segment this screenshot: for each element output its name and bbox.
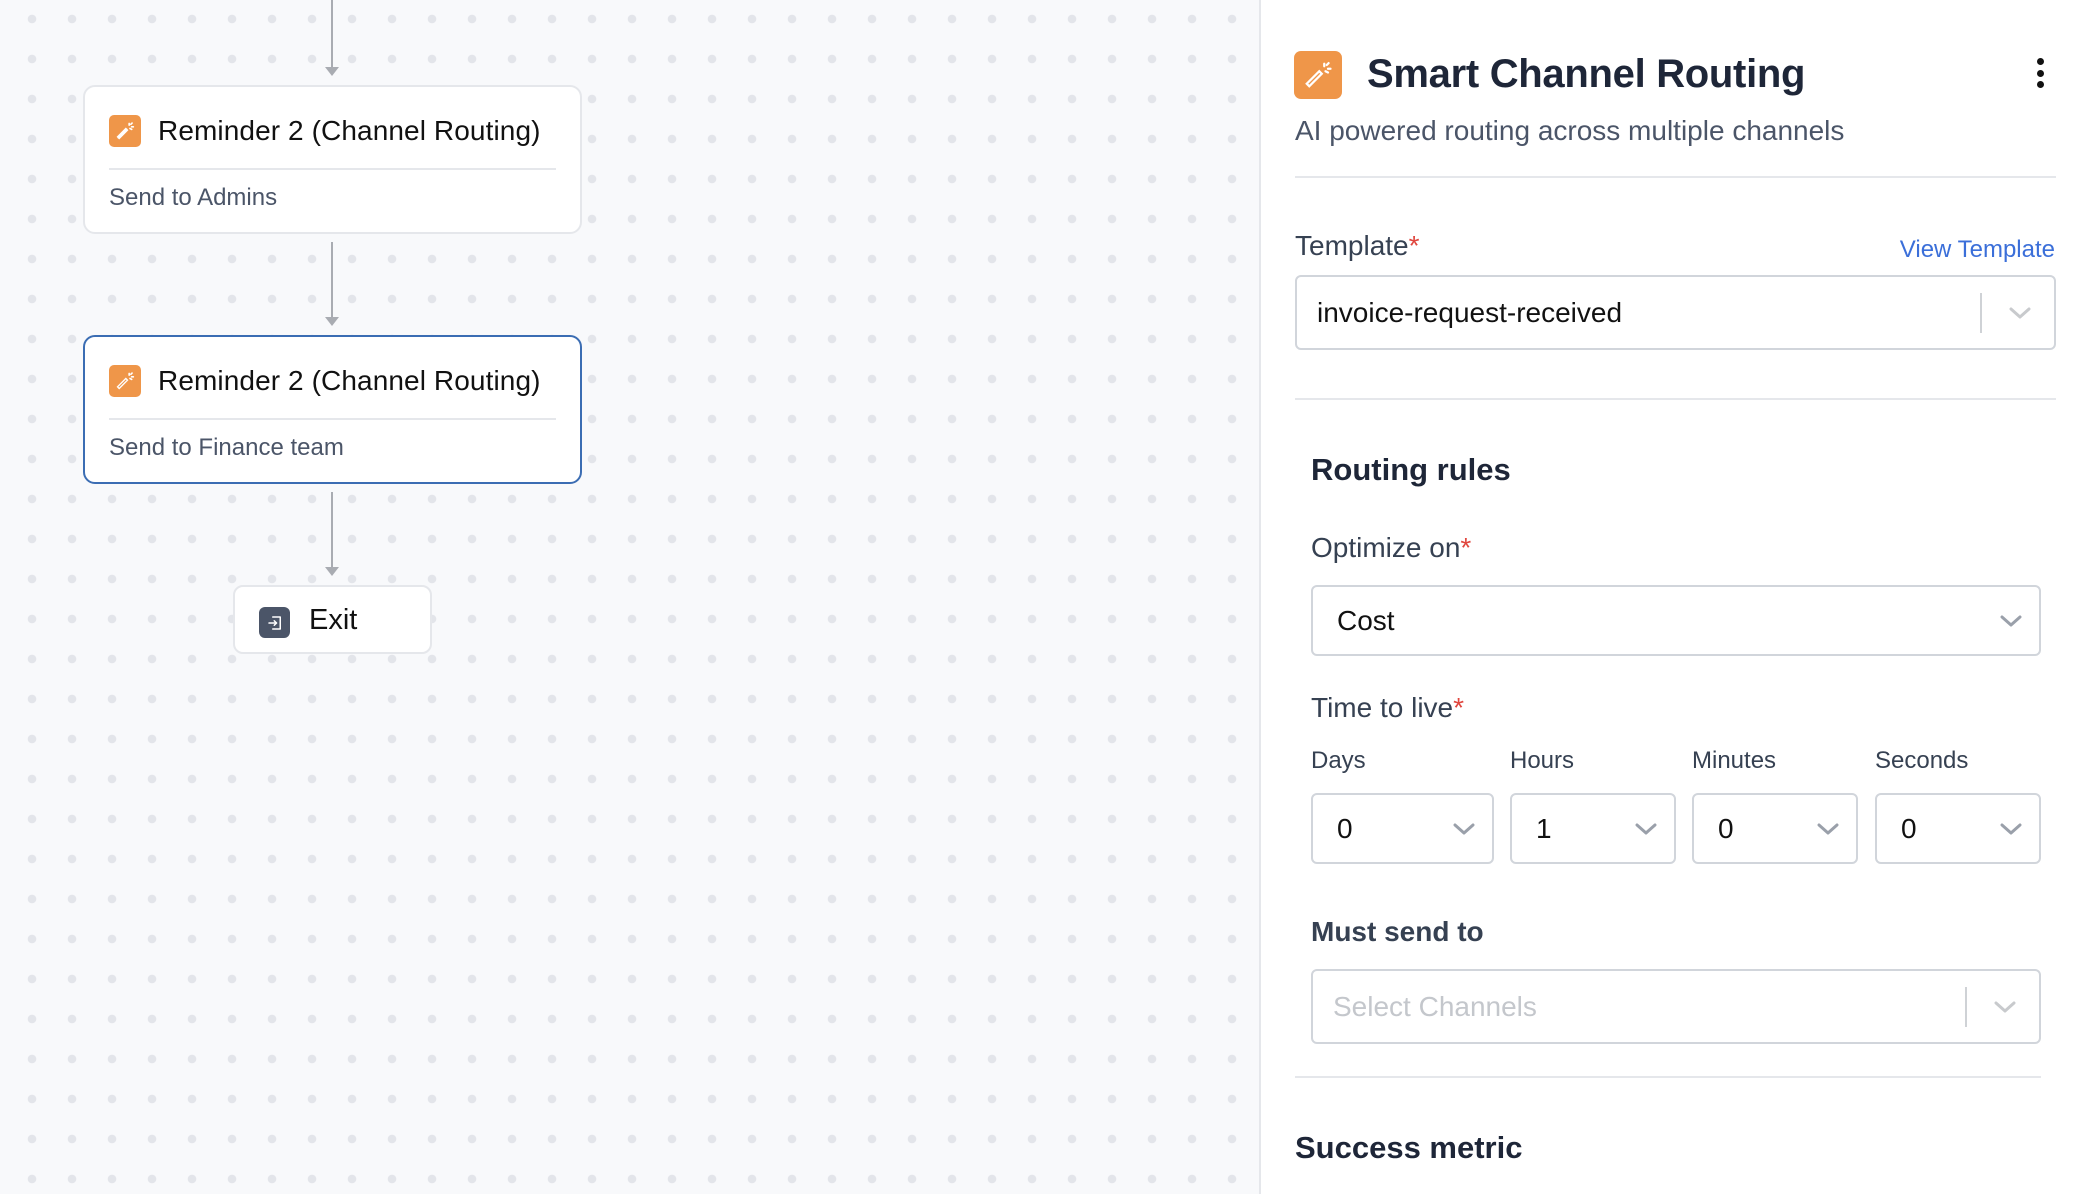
exit-icon [259,607,290,638]
time-to-live-label: Time to live* [1311,692,1464,724]
arrow-head-icon [325,317,339,326]
chevron-down-icon[interactable] [1816,821,1840,837]
edge-connector [325,492,339,576]
panel-title: Smart Channel Routing [1367,52,1806,96]
required-mark: * [1460,532,1472,563]
arrow-head-icon [325,567,339,576]
time-to-live-label-text: Time to live [1311,692,1454,723]
node-divider [109,418,556,420]
divider [1295,1076,2041,1078]
edge-connector [325,0,339,76]
arrow-head-icon [325,67,339,76]
routing-rules-title: Routing rules [1311,452,1511,487]
minutes-label: Minutes [1692,747,1777,774]
chevron-down-icon[interactable] [1999,821,2023,837]
node-divider [109,168,556,170]
magic-wand-icon [1294,51,1342,99]
exit-node[interactable]: Exit [233,585,432,654]
hours-value: 1 [1536,812,1552,844]
divider [1295,398,2056,400]
chevron-down-icon[interactable] [1993,999,2017,1015]
magic-wand-icon [109,115,141,147]
required-mark: * [1453,692,1465,723]
node-subtitle: Send to Finance team [109,434,344,461]
seconds-label: Seconds [1875,747,1969,774]
seconds-value: 0 [1901,812,1917,844]
magic-wand-icon [109,365,141,397]
view-template-link[interactable]: View Template [1900,236,2055,264]
chevron-down-icon[interactable] [1452,821,1476,837]
optimize-on-select[interactable]: Cost [1311,585,2041,656]
workflow-node[interactable]: Reminder 2 (Channel Routing) Send to Adm… [83,85,582,234]
optimize-on-label: Optimize on* [1311,532,1471,564]
select-separator [1980,292,1982,333]
required-mark: * [1408,230,1420,261]
node-title: Reminder 2 (Channel Routing) [158,115,541,146]
seconds-select[interactable]: 0 [1875,793,2041,864]
chevron-down-icon[interactable] [1634,821,1658,837]
divider [1295,176,2056,178]
days-label: Days [1311,747,1366,774]
minutes-value: 0 [1718,812,1734,844]
template-select-value: invoice-request-received [1317,296,1623,328]
must-send-to-placeholder: Select Channels [1333,990,1537,1022]
more-vertical-icon[interactable] [2033,58,2047,88]
chevron-down-icon[interactable] [1999,613,2023,629]
hours-label: Hours [1510,747,1575,774]
node-settings-panel: Smart Channel Routing AI powered routing… [1263,0,2088,1194]
chevron-down-icon[interactable] [2008,305,2032,321]
must-send-to-label: Must send to [1311,916,1484,947]
workflow-canvas[interactable]: Reminder 2 (Channel Routing) Send to Adm… [0,0,1261,1194]
template-label-text: Template [1295,230,1409,261]
hours-select[interactable]: 1 [1510,793,1676,864]
minutes-select[interactable]: 0 [1692,793,1858,864]
select-separator [1965,986,1967,1027]
panel-subtitle: AI powered routing across multiple chann… [1295,115,1845,146]
template-select[interactable]: invoice-request-received [1295,275,2056,350]
exit-label: Exit [309,604,358,636]
days-select[interactable]: 0 [1311,793,1494,864]
node-title: Reminder 2 (Channel Routing) [158,365,541,396]
template-label: Template* [1295,230,1420,262]
edge-connector [325,242,339,326]
optimize-on-label-text: Optimize on [1311,532,1461,563]
success-metric-title: Success metric [1295,1130,1523,1165]
must-send-to-select[interactable]: Select Channels [1311,969,2041,1044]
workflow-node-selected[interactable]: Reminder 2 (Channel Routing) Send to Fin… [83,335,582,484]
node-subtitle: Send to Admins [109,184,278,211]
optimize-on-value: Cost [1337,604,1395,636]
days-value: 0 [1337,812,1353,844]
